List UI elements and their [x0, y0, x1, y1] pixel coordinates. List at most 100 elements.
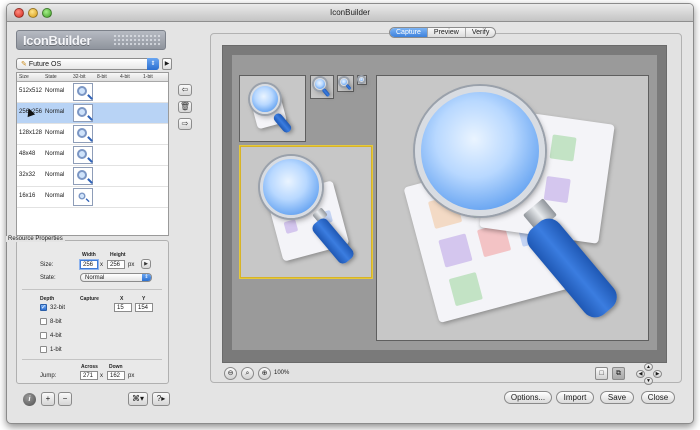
capture-y-field[interactable]: 154 — [135, 303, 153, 312]
jump-down-field[interactable]: 162 — [107, 371, 125, 380]
height-label: Height — [110, 252, 126, 258]
move-left-button[interactable]: ⇦ — [178, 84, 192, 96]
icon-size-table[interactable]: Size State 32-bit 8-bit 4-bit 1-bit 512x… — [16, 72, 169, 236]
depth-32bit-checkbox[interactable]: ✓ — [40, 304, 47, 311]
table-row[interactable]: 128x128 Normal — [17, 124, 168, 145]
zoom-in-button[interactable]: ⊕ — [258, 367, 271, 380]
row-state: Normal — [45, 172, 65, 178]
icon-thumbnail[interactable] — [73, 167, 93, 185]
px-label: px — [128, 262, 135, 268]
magnifier-icon — [78, 192, 86, 200]
capture-x-field[interactable]: 15 — [114, 303, 132, 312]
down-label: Down — [109, 364, 123, 370]
view-tabs: Capture Preview Verify — [389, 27, 497, 38]
magnifier-handle-icon — [321, 87, 331, 98]
table-row[interactable]: 512x512 Normal — [17, 82, 168, 103]
jump-across-field[interactable]: 271 — [80, 371, 98, 380]
icon-thumbnail[interactable] — [73, 188, 93, 206]
table-row-selected[interactable]: 256x256 Normal — [17, 103, 168, 124]
tile-48[interactable] — [310, 75, 334, 99]
row-state: Normal — [45, 151, 65, 157]
nudge-down-button[interactable]: ▼ — [644, 377, 653, 385]
capture-y-label: Y — [142, 296, 146, 302]
depth-8bit-label: 8-bit — [50, 319, 62, 325]
arrow-up-icon: ▲ — [646, 364, 651, 370]
info-icon[interactable]: i — [23, 393, 36, 406]
tile-large-preview[interactable] — [376, 75, 649, 341]
save-button[interactable]: Save — [600, 391, 634, 404]
close-button[interactable]: Close — [641, 391, 675, 404]
col-header-4bit: 4-bit — [120, 74, 130, 80]
width-field[interactable]: 256 — [80, 260, 98, 269]
px-label: px — [128, 373, 135, 379]
row-state: Normal — [45, 193, 65, 199]
tile-512[interactable] — [239, 75, 306, 142]
arrow-left-icon: ⇦ — [181, 85, 189, 94]
col-header-state: State — [45, 74, 57, 80]
magnifier-lens-icon — [359, 77, 364, 82]
depth-4bit-label: 4-bit — [50, 333, 62, 339]
col-header-size: Size — [19, 74, 29, 80]
magnifier-icon — [77, 170, 87, 180]
depth-4bit-checkbox[interactable] — [40, 332, 47, 339]
platform-select-value: Future OS — [28, 61, 62, 68]
arrow-down-icon: ▼ — [646, 378, 651, 384]
nudge-left-button[interactable]: ◀ — [636, 370, 645, 378]
command-menu-button[interactable]: ⌘▾ — [128, 392, 148, 406]
overlap-squares-icon: ⧉ — [616, 370, 621, 377]
tab-verify[interactable]: Verify — [466, 28, 496, 37]
magnifier-handle-icon — [345, 83, 352, 91]
zoom-actual-button[interactable]: ⌕ — [241, 367, 254, 380]
import-button[interactable]: Import — [556, 391, 594, 404]
nudge-up-button[interactable]: ▲ — [644, 363, 653, 371]
remove-button[interactable]: − — [58, 392, 72, 406]
depth-1bit-checkbox[interactable] — [40, 346, 47, 353]
tile-32[interactable] — [337, 75, 354, 92]
depth-8bit-checkbox[interactable] — [40, 318, 47, 325]
size-menu-button[interactable]: ▶ — [141, 259, 151, 269]
table-row[interactable]: 48x48 Normal — [17, 145, 168, 166]
row-size: 512x512 — [19, 88, 43, 94]
help-menu-button[interactable]: ?▸ — [152, 392, 170, 406]
col-header-8bit: 8-bit — [97, 74, 107, 80]
minus-icon: − — [62, 394, 68, 403]
magnifier-icon: ⌕ — [245, 370, 250, 377]
icon-thumbnail[interactable] — [73, 146, 93, 164]
platform-select[interactable]: ✎ Future OS ⇕ — [16, 58, 159, 70]
row-size: 32x32 — [19, 172, 36, 178]
state-popup[interactable]: Normal ⇕ — [80, 273, 152, 282]
nudge-right-button[interactable]: ▶ — [653, 370, 662, 378]
magnifier-icon — [77, 86, 87, 96]
table-row[interactable]: 16x16 Normal — [17, 187, 168, 208]
add-button[interactable]: + — [41, 392, 55, 406]
delete-button[interactable]: 🗑 — [178, 101, 192, 113]
play-icon: ▶ — [164, 61, 170, 67]
multi-view-button[interactable]: ⧉ — [612, 367, 625, 380]
icon-thumbnail[interactable] — [73, 104, 93, 122]
icon-thumbnail[interactable] — [73, 125, 93, 143]
options-button[interactable]: Options... — [504, 391, 552, 404]
state-label: State: — [40, 275, 56, 281]
tab-capture[interactable]: Capture — [390, 28, 428, 37]
height-field[interactable]: 256 — [107, 260, 125, 269]
magnifier-lens-icon — [260, 156, 322, 218]
magnifier-lens-icon — [250, 84, 280, 114]
app-logo: IconBuilder — [16, 30, 166, 50]
window-title: IconBuilder — [329, 8, 371, 17]
table-row[interactable]: 32x32 Normal — [17, 166, 168, 187]
logo-dots-decoration — [113, 34, 161, 47]
move-right-button[interactable]: ⇨ — [178, 118, 192, 130]
tab-preview[interactable]: Preview — [428, 28, 466, 37]
depth-32bit-label: 32-bit — [50, 305, 66, 311]
depth-1bit-label: 1-bit — [50, 347, 62, 353]
single-view-button[interactable]: □ — [595, 367, 608, 380]
zoom-out-button[interactable]: ⊖ — [224, 367, 237, 380]
arrow-right-icon: ▶ — [655, 371, 660, 377]
trash-icon: 🗑 — [179, 102, 191, 111]
tile-16[interactable] — [357, 75, 367, 85]
row-state: Normal — [45, 88, 65, 94]
platform-action-button[interactable]: ▶ — [162, 58, 172, 70]
magnifier-icon — [77, 149, 87, 159]
icon-thumbnail[interactable] — [73, 83, 93, 101]
tile-256-selected[interactable] — [239, 145, 373, 279]
